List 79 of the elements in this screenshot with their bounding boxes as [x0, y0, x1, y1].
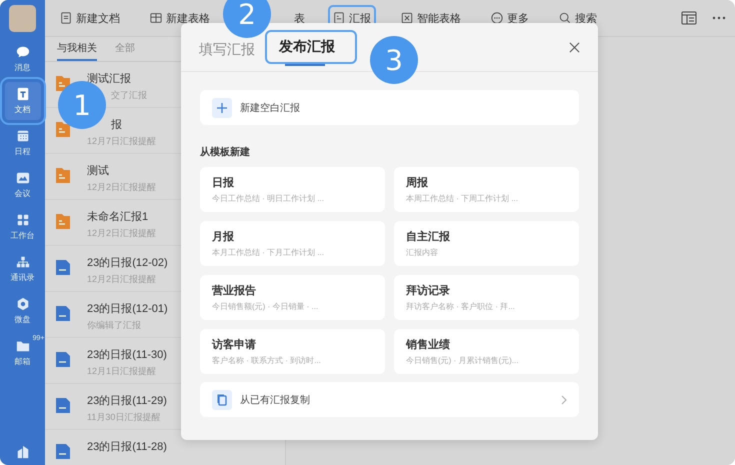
- chevron-right-icon: [561, 394, 567, 404]
- toolbar-button[interactable]: 汇报: [330, 7, 374, 29]
- sidebar-item[interactable]: 通讯录: [4, 250, 40, 288]
- template-description: 本周工作总结 · 下周工作计划 ...: [406, 193, 519, 204]
- sidebar-item[interactable]: 微盘: [4, 292, 40, 330]
- document-status: 12月2日汇报提醒: [87, 181, 156, 194]
- document-file-icon: [55, 350, 71, 368]
- document-status: 12月2日汇报提醒: [87, 227, 156, 240]
- plus-icon: [212, 98, 232, 118]
- document-file-icon: [55, 304, 71, 322]
- template-title: 日报: [212, 176, 235, 190]
- template-title: 周报: [406, 176, 429, 190]
- new-blank-report-card[interactable]: 新建空白汇报: [200, 90, 579, 125]
- document-status: 11月30日汇报提醒: [87, 411, 162, 424]
- report-file-icon: [55, 166, 71, 184]
- sidebar-item[interactable]: 文档: [4, 82, 40, 120]
- template-description: 今日销售(元) · 月累计销售(元)...: [406, 355, 520, 366]
- document-status: 12月7日汇报提醒: [87, 135, 156, 148]
- template-card[interactable]: 访客申请 客户名称 · 联系方式 · 到访时...: [200, 329, 385, 374]
- sidebar-item[interactable]: 工作台: [4, 208, 40, 246]
- hexagon-icon: [16, 297, 30, 311]
- sidebar-item[interactable]: 消息: [4, 40, 40, 78]
- close-icon[interactable]: [569, 42, 580, 52]
- chat-bubble-icon: [16, 45, 30, 59]
- template-description: 汇报内容: [406, 247, 439, 258]
- template-title: 月报: [212, 230, 235, 244]
- panel-layout-icon[interactable]: [681, 11, 697, 25]
- template-card[interactable]: 月报 本月工作总结 · 下月工作计划 ...: [200, 221, 385, 266]
- document-icon: [16, 87, 30, 101]
- document-file-icon: [55, 396, 71, 414]
- document-title: 测试: [87, 164, 110, 178]
- document-file-icon: [55, 258, 71, 276]
- building-icon[interactable]: [16, 445, 30, 459]
- document-title: 23的日报(11-29): [87, 394, 167, 408]
- sidebar-item[interactable]: 日程: [4, 124, 40, 162]
- template-card[interactable]: 自主汇报 汇报内容: [394, 221, 579, 266]
- toolbar-button[interactable]: 新建表格: [147, 7, 213, 29]
- document-title: 23的日报(12-02): [87, 256, 168, 270]
- org-chart-icon: [16, 255, 30, 269]
- crossed-box-icon: [401, 12, 413, 24]
- more-icon: [491, 12, 503, 24]
- template-card[interactable]: 营业报告 今日销售额(元) · 今日销量 · ...: [200, 275, 385, 320]
- template-title: 销售业绩: [406, 338, 451, 352]
- template-description: 拜访客户名称 · 客户职位 · 拜...: [406, 301, 516, 312]
- template-title: 拜访记录: [406, 284, 451, 298]
- document-status: 交了汇报: [110, 89, 147, 102]
- toolbar-button[interactable]: 更多: [488, 7, 532, 29]
- filter-tab[interactable]: 与我相关: [57, 37, 97, 61]
- template-title: 自主汇报: [406, 230, 451, 244]
- report-icon: [333, 12, 345, 24]
- report-file-icon: [55, 120, 71, 138]
- grid-icon: [16, 213, 30, 227]
- document-title: 23的日报(11-30): [87, 348, 167, 362]
- template-card[interactable]: 日报 今日工作总结 · 明日工作计划 ...: [200, 167, 385, 212]
- document-status: 12月1日汇报提醒: [87, 365, 158, 378]
- template-title: 访客申请: [212, 338, 257, 352]
- toolbar-button[interactable]: 新建文档: [57, 7, 123, 29]
- template-card[interactable]: 周报 本周工作总结 · 下周工作计划 ...: [394, 167, 579, 212]
- document-icon: [60, 12, 72, 24]
- document-title: 23的日报(11-28): [87, 440, 167, 454]
- search-icon: [559, 12, 571, 24]
- document-status: 你编辑了汇报: [87, 319, 142, 332]
- document-title: 报: [110, 118, 123, 132]
- toolbar-button[interactable]: 智能表格: [398, 7, 464, 29]
- copy-existing-report-card[interactable]: 从已有汇报复制: [200, 382, 579, 417]
- toolbar-button[interactable]: 搜索: [556, 7, 600, 29]
- template-card[interactable]: 销售业绩 今日销售(元) · 月累计销售(元)...: [394, 329, 579, 374]
- document-status: 12月2日汇报提醒: [87, 273, 158, 286]
- mountain-image-icon: [16, 171, 30, 185]
- copy-icon: [212, 390, 232, 410]
- table-icon: [150, 12, 162, 24]
- document-title: 未命名汇报1: [87, 210, 150, 224]
- mail-icon: [16, 339, 30, 353]
- report-file-icon: [55, 212, 71, 230]
- sidebar-item[interactable]: 会议: [4, 166, 40, 204]
- document-file-icon: [55, 442, 71, 460]
- document-title: 23的日报(12-01): [87, 302, 168, 316]
- calendar-icon: [16, 129, 30, 143]
- template-card[interactable]: 拜访记录 拜访客户名称 · 客户职位 · 拜...: [394, 275, 579, 320]
